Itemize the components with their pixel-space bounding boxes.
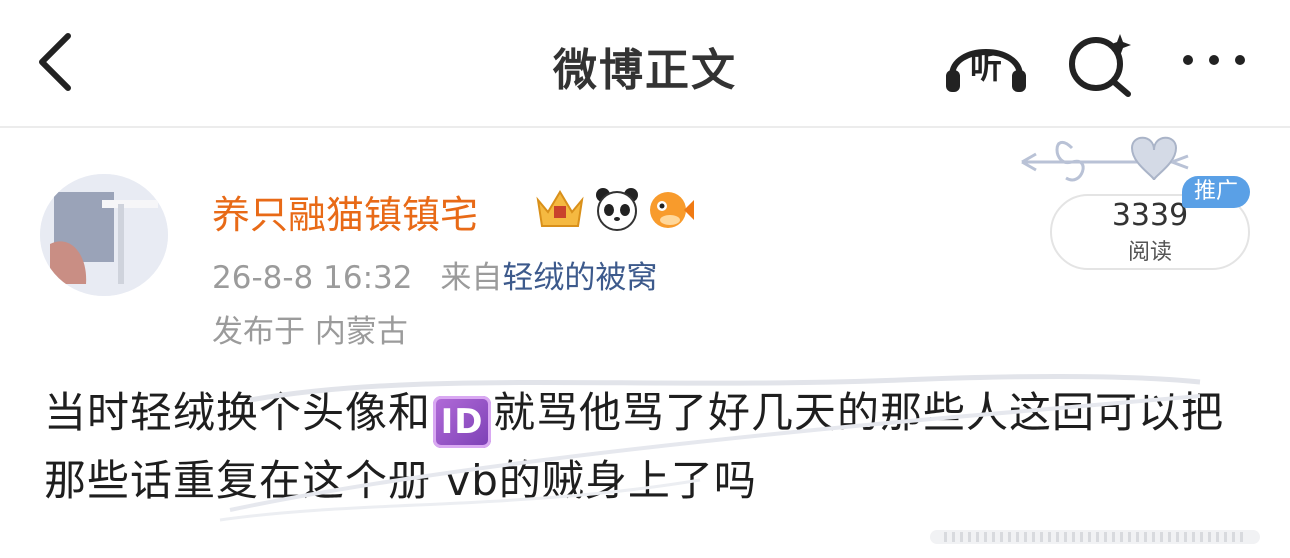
more-button[interactable] xyxy=(1176,30,1256,90)
source-prefix: 来自 xyxy=(440,260,503,296)
listen-button[interactable]: 听 xyxy=(942,30,1030,96)
search-button[interactable] xyxy=(1064,28,1136,98)
post-content: 当时轻绒换个头像和 ID 就骂他骂了好几天的那些人这回可以把那些话重复在这个册 vb… xyxy=(44,380,1254,514)
image-strip-indicator xyxy=(930,530,1260,544)
sparkle-search-icon xyxy=(1069,34,1131,97)
pufferfish-emoji-icon xyxy=(650,192,694,228)
top-bar: 微博正文 听 xyxy=(0,0,1290,126)
source-link[interactable]: 轻绒的被窝 xyxy=(502,260,657,296)
more-dots-icon xyxy=(1183,55,1245,65)
post-meta: 26-8-8 16:32 来自轻绒的被窝 xyxy=(212,252,657,297)
read-label: 阅读 xyxy=(1127,240,1172,265)
promo-badge[interactable]: 推广 xyxy=(1182,176,1250,208)
post-text-part1: 当时轻绒换个头像和 xyxy=(44,388,432,437)
crown-badge-icon xyxy=(536,190,584,227)
username[interactable]: 养只融猫镇镇宅 xyxy=(212,184,478,239)
listen-label: 听 xyxy=(969,48,1002,86)
avatar[interactable] xyxy=(40,174,168,296)
panda-emoji-icon xyxy=(596,188,638,231)
post-time: 26-8-8 16:32 xyxy=(212,260,413,296)
id-emoji-icon: ID xyxy=(433,396,492,448)
post-location: 发布于 内蒙古 xyxy=(212,314,408,350)
